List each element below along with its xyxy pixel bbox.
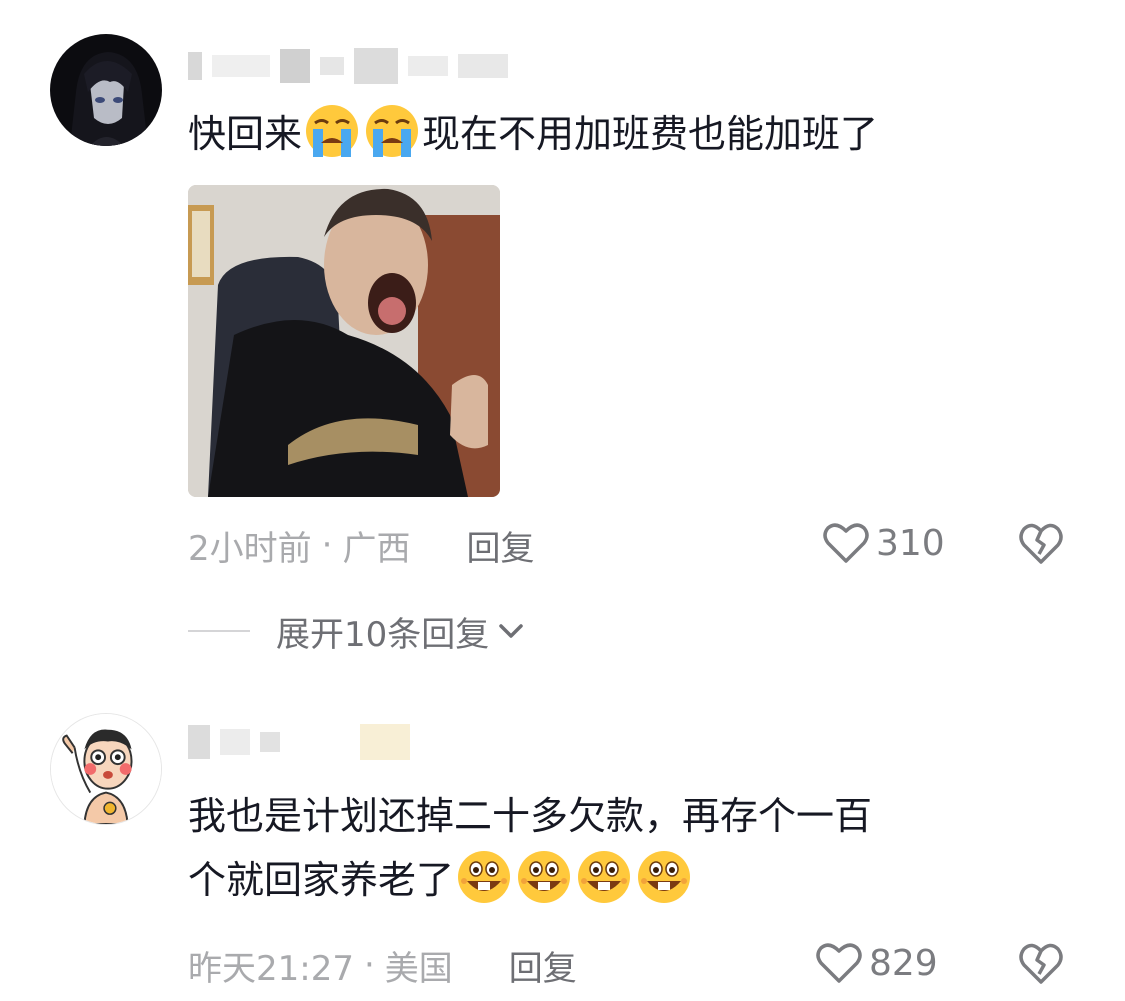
heart-icon [823, 523, 869, 563]
expand-replies-label: 展开10条回复 [276, 614, 490, 655]
like-button[interactable]: 310 [822, 518, 945, 568]
avatar[interactable] [50, 34, 162, 146]
comment-text-part: 现在不用加班费也能加班了 [422, 112, 879, 156]
comment-text: 我也是计划还掉二十多欠款，再存个一百 [188, 794, 873, 838]
chevron-down-icon [499, 624, 524, 638]
comment-meta: 2小时前 · 广西 回复 [188, 520, 534, 570]
divider [188, 630, 250, 632]
reply-button[interactable]: 回复 [466, 521, 534, 570]
grinning-teeth-emoji-icon [578, 851, 631, 903]
broken-heart-icon[interactable] [1016, 938, 1066, 988]
grinning-teeth-emoji-icon [458, 851, 511, 903]
loudly-crying-emoji-icon [306, 105, 359, 157]
like-count: 310 [876, 522, 945, 564]
avatar[interactable] [50, 713, 162, 825]
comment-text-part: 个就回家养老了 [188, 858, 455, 902]
comment-image[interactable] [188, 185, 500, 497]
username-blurred[interactable] [188, 722, 410, 762]
comment-location: 广西 [342, 528, 411, 569]
expand-replies-button[interactable]: 展开10条回复 [188, 606, 525, 656]
comment-text-part: 快回来 [188, 112, 303, 156]
reply-button[interactable]: 回复 [509, 941, 577, 990]
heart-icon [816, 943, 862, 983]
grinning-teeth-emoji-icon [638, 851, 691, 903]
comment-time: 昨天21:27 [188, 948, 354, 989]
like-button[interactable]: 829 [815, 938, 938, 988]
username-blurred[interactable] [188, 46, 508, 86]
like-count: 829 [869, 942, 938, 984]
loudly-crying-emoji-icon [366, 105, 419, 157]
grinning-teeth-emoji-icon [518, 851, 571, 903]
comment-text: 个就回家养老了 [188, 848, 694, 912]
comment-time: 2小时前 [188, 528, 312, 569]
separator: · [321, 525, 333, 565]
separator: · [363, 945, 375, 985]
comment-meta: 昨天21:27 · 美国 回复 [188, 940, 577, 990]
comment-location: 美国 [384, 948, 453, 989]
broken-heart-icon[interactable] [1016, 518, 1066, 568]
comment-text: 快回来 现在不用加班费也能加班了 [188, 102, 878, 166]
